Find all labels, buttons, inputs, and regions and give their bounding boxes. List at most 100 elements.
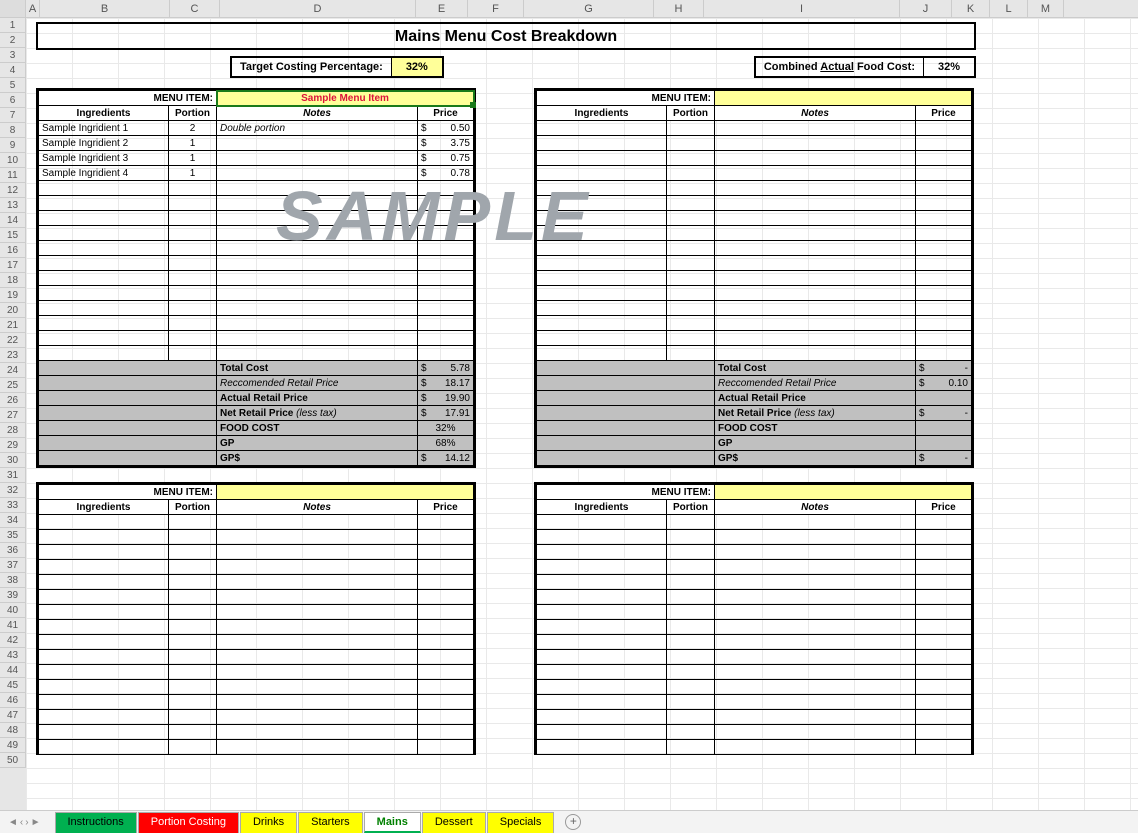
table-row[interactable] bbox=[537, 271, 972, 286]
row-header-19[interactable]: 19 bbox=[0, 288, 26, 303]
col-header-D[interactable]: D bbox=[220, 0, 416, 17]
table-row[interactable] bbox=[39, 331, 474, 346]
tab-mains[interactable]: Mains bbox=[364, 812, 421, 833]
menu-item-name-input[interactable]: Sample Menu Item bbox=[217, 91, 474, 106]
row-header-42[interactable]: 42 bbox=[0, 633, 26, 648]
table-row[interactable] bbox=[537, 121, 972, 136]
tab-instructions[interactable]: Instructions bbox=[55, 812, 137, 833]
table-row[interactable] bbox=[39, 560, 474, 575]
table-row[interactable] bbox=[537, 211, 972, 226]
tab-specials[interactable]: Specials bbox=[487, 812, 555, 833]
ingredient-row[interactable]: Sample Ingridient 21$3.75 bbox=[39, 136, 474, 151]
table-row[interactable] bbox=[537, 620, 972, 635]
table-row[interactable] bbox=[537, 680, 972, 695]
table-row[interactable] bbox=[39, 665, 474, 680]
actual-retail-price-input[interactable] bbox=[916, 391, 972, 406]
row-header-24[interactable]: 24 bbox=[0, 363, 26, 378]
table-row[interactable] bbox=[537, 560, 972, 575]
table-row[interactable] bbox=[39, 301, 474, 316]
row-header-32[interactable]: 32 bbox=[0, 483, 26, 498]
table-row[interactable] bbox=[39, 650, 474, 665]
table-row[interactable] bbox=[537, 151, 972, 166]
table-row[interactable] bbox=[537, 301, 972, 316]
table-row[interactable] bbox=[537, 136, 972, 151]
table-row[interactable] bbox=[39, 271, 474, 286]
actual-retail-price-input[interactable]: $19.90 bbox=[418, 391, 474, 406]
row-header-43[interactable]: 43 bbox=[0, 648, 26, 663]
table-row[interactable] bbox=[537, 695, 972, 710]
row-header-33[interactable]: 33 bbox=[0, 498, 26, 513]
tab-nav-prev-icon[interactable]: ‹ bbox=[20, 817, 23, 828]
tab-nav-last-icon[interactable]: ► bbox=[31, 817, 41, 828]
table-row[interactable] bbox=[39, 695, 474, 710]
row-header-25[interactable]: 25 bbox=[0, 378, 26, 393]
table-row[interactable] bbox=[39, 316, 474, 331]
row-header-29[interactable]: 29 bbox=[0, 438, 26, 453]
row-header-12[interactable]: 12 bbox=[0, 183, 26, 198]
table-row[interactable] bbox=[39, 211, 474, 226]
select-all-corner[interactable] bbox=[0, 0, 26, 17]
table-row[interactable] bbox=[39, 346, 474, 361]
row-headers[interactable]: 1234567891011121314151617181920212223242… bbox=[0, 18, 26, 810]
ingredient-row[interactable]: Sample Ingridient 12Double portion$0.50 bbox=[39, 121, 474, 136]
row-header-49[interactable]: 49 bbox=[0, 738, 26, 753]
table-row[interactable] bbox=[39, 680, 474, 695]
col-header-M[interactable]: M bbox=[1028, 0, 1064, 17]
table-row[interactable] bbox=[39, 575, 474, 590]
table-row[interactable] bbox=[39, 241, 474, 256]
table-row[interactable] bbox=[537, 530, 972, 545]
col-header-E[interactable]: E bbox=[416, 0, 468, 17]
row-header-34[interactable]: 34 bbox=[0, 513, 26, 528]
table-row[interactable] bbox=[537, 286, 972, 301]
table-row[interactable] bbox=[39, 545, 474, 560]
table-row[interactable] bbox=[537, 740, 972, 755]
table-row[interactable] bbox=[39, 256, 474, 271]
table-row[interactable] bbox=[537, 346, 972, 361]
row-header-48[interactable]: 48 bbox=[0, 723, 26, 738]
table-row[interactable] bbox=[537, 590, 972, 605]
table-row[interactable] bbox=[537, 710, 972, 725]
table-row[interactable] bbox=[537, 545, 972, 560]
table-row[interactable] bbox=[39, 620, 474, 635]
row-header-15[interactable]: 15 bbox=[0, 228, 26, 243]
row-header-22[interactable]: 22 bbox=[0, 333, 26, 348]
menu-item-name-input[interactable] bbox=[715, 91, 972, 106]
table-row[interactable] bbox=[537, 725, 972, 740]
table-row[interactable] bbox=[537, 241, 972, 256]
ingredient-row[interactable]: Sample Ingridient 31$0.75 bbox=[39, 151, 474, 166]
table-row[interactable] bbox=[537, 226, 972, 241]
col-header-J[interactable]: J bbox=[900, 0, 952, 17]
row-header-37[interactable]: 37 bbox=[0, 558, 26, 573]
row-header-39[interactable]: 39 bbox=[0, 588, 26, 603]
row-header-11[interactable]: 11 bbox=[0, 168, 26, 183]
col-header-G[interactable]: G bbox=[524, 0, 654, 17]
tab-dessert[interactable]: Dessert bbox=[422, 812, 486, 833]
row-header-16[interactable]: 16 bbox=[0, 243, 26, 258]
table-row[interactable] bbox=[537, 256, 972, 271]
table-row[interactable] bbox=[39, 635, 474, 650]
column-headers[interactable]: ABCDEFGHIJKLM bbox=[0, 0, 1138, 18]
table-row[interactable] bbox=[39, 530, 474, 545]
table-row[interactable] bbox=[537, 166, 972, 181]
row-header-45[interactable]: 45 bbox=[0, 678, 26, 693]
row-header-40[interactable]: 40 bbox=[0, 603, 26, 618]
row-header-8[interactable]: 8 bbox=[0, 123, 26, 138]
tab-starters[interactable]: Starters bbox=[298, 812, 363, 833]
table-row[interactable] bbox=[537, 575, 972, 590]
row-header-47[interactable]: 47 bbox=[0, 708, 26, 723]
row-header-3[interactable]: 3 bbox=[0, 48, 26, 63]
row-header-35[interactable]: 35 bbox=[0, 528, 26, 543]
table-row[interactable] bbox=[39, 725, 474, 740]
table-row[interactable] bbox=[39, 515, 474, 530]
table-row[interactable] bbox=[537, 196, 972, 211]
row-header-5[interactable]: 5 bbox=[0, 78, 26, 93]
row-header-1[interactable]: 1 bbox=[0, 18, 26, 33]
col-header-C[interactable]: C bbox=[170, 0, 220, 17]
col-header-I[interactable]: I bbox=[704, 0, 900, 17]
target-cost-value[interactable]: 32% bbox=[392, 58, 442, 76]
tab-nav-first-icon[interactable]: ◄ bbox=[8, 817, 18, 828]
row-header-30[interactable]: 30 bbox=[0, 453, 26, 468]
row-header-36[interactable]: 36 bbox=[0, 543, 26, 558]
table-row[interactable] bbox=[537, 331, 972, 346]
row-header-13[interactable]: 13 bbox=[0, 198, 26, 213]
